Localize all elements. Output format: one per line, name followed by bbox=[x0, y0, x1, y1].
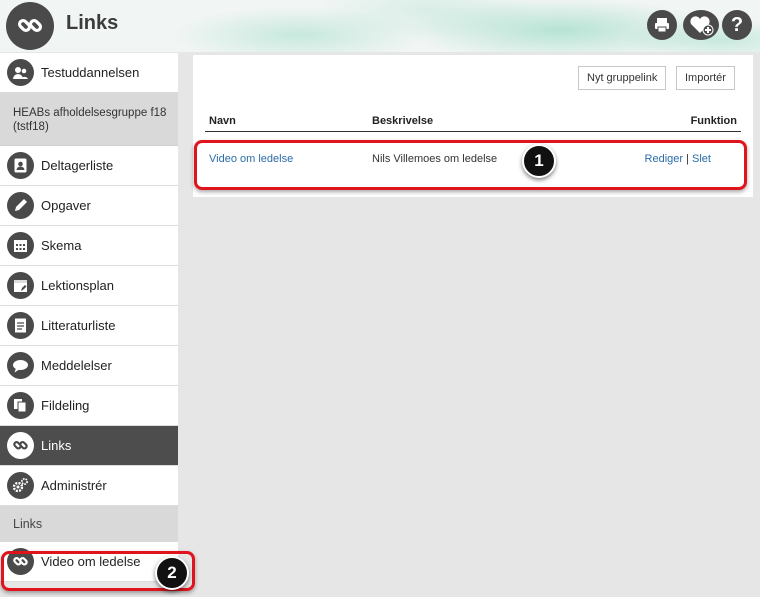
sidebar-item-links[interactable]: Links bbox=[0, 426, 178, 466]
help-icon[interactable]: ? bbox=[722, 10, 752, 40]
contact-card-icon bbox=[7, 152, 34, 179]
users-icon bbox=[7, 59, 34, 86]
sidebar-item-lektionsplan[interactable]: Lektionsplan bbox=[0, 266, 178, 306]
row-highlight-frame bbox=[194, 140, 747, 190]
sidebar-item-label: Lektionsplan bbox=[41, 278, 114, 293]
sidebar-item-label: Administrér bbox=[41, 478, 107, 493]
print-icon[interactable] bbox=[647, 10, 677, 40]
favorite-add-icon[interactable] bbox=[683, 10, 719, 40]
speech-bubble-icon bbox=[7, 352, 34, 379]
help-glyph: ? bbox=[730, 13, 744, 36]
link-icon bbox=[6, 2, 54, 50]
gears-icon bbox=[7, 472, 34, 499]
sidebar-item-course[interactable]: Testuddannelsen bbox=[0, 53, 178, 93]
step-badge-2: 2 bbox=[155, 556, 189, 590]
sidebar-item-label: Litteraturliste bbox=[41, 318, 116, 333]
sidebar-subheader: Links bbox=[0, 506, 178, 542]
sidebar-item-label: Testuddannelsen bbox=[41, 65, 140, 80]
page-header: Links ? bbox=[0, 0, 760, 52]
column-header-name[interactable]: Navn bbox=[209, 115, 236, 127]
import-button[interactable]: Importér bbox=[676, 66, 735, 90]
sidebar-item-label: Skema bbox=[41, 238, 82, 253]
sidebar-item-deltagerliste[interactable]: Deltagerliste bbox=[0, 146, 178, 186]
sidebar-item-fildeling[interactable]: Fildeling bbox=[0, 386, 178, 426]
document-list-icon bbox=[7, 312, 34, 339]
sidebar-item-skema[interactable]: Skema bbox=[0, 226, 178, 266]
sidebar-item-label: Fildeling bbox=[41, 398, 90, 413]
calendar-grid-icon bbox=[7, 232, 34, 259]
files-icon bbox=[7, 392, 34, 419]
sidebar-item-label: Opgaver bbox=[41, 198, 91, 213]
sidebar-item-administrer[interactable]: Administrér bbox=[0, 466, 178, 506]
column-header-description[interactable]: Beskrivelse bbox=[372, 115, 433, 127]
table-header-divider bbox=[205, 131, 741, 132]
sidebar-item-label: Deltagerliste bbox=[41, 158, 114, 173]
sidebar-item-opgaver[interactable]: Opgaver bbox=[0, 186, 178, 226]
sidebar-item-label: Links bbox=[41, 438, 72, 453]
page-title: Links bbox=[66, 12, 119, 34]
group-name: HEABs afholdelsesgruppe f18 (tstf18) bbox=[0, 93, 178, 146]
sidebar-item-litteraturliste[interactable]: Litteraturliste bbox=[0, 306, 178, 346]
new-group-link-button[interactable]: Nyt gruppelink bbox=[578, 66, 667, 90]
pencil-icon bbox=[7, 192, 34, 219]
sidebar-item-label: Meddelelser bbox=[41, 358, 112, 373]
sidebar-item-meddelelser[interactable]: Meddelelser bbox=[0, 346, 178, 386]
calendar-edit-icon bbox=[7, 272, 34, 299]
link-icon bbox=[7, 432, 34, 459]
sidebar: Testuddannelsen HEABs afholdelsesgruppe … bbox=[0, 53, 178, 582]
step-badge-1: 1 bbox=[522, 144, 556, 178]
column-header-function: Funktion bbox=[690, 115, 737, 127]
